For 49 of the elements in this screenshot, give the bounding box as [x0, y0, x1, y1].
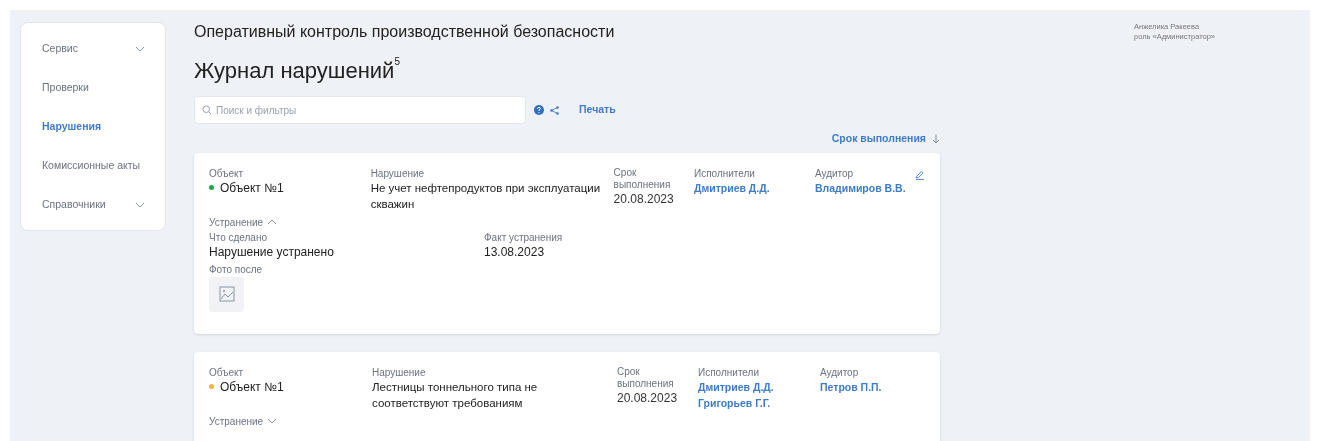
field-label: Объект [209, 166, 245, 180]
print-link[interactable]: Печать [579, 102, 616, 118]
chevron-icon [267, 219, 278, 226]
chevron-icon [135, 45, 145, 52]
page-title: Журнал нарушений [194, 57, 395, 85]
search-field[interactable]: Поиск и фильтры [194, 96, 526, 124]
field-label: Срок выполнения [617, 365, 675, 390]
help-icon[interactable] [534, 105, 544, 115]
violation-text: Лестницы тоннельного типа не соответствуют требованиям [372, 379, 539, 411]
sidebar-item[interactable]: Нарушения [21, 107, 165, 146]
search-icon [202, 105, 212, 115]
image-icon [218, 286, 235, 303]
violation-text: Не учет нефтепродуктов при эксплуатации скважин [370, 180, 602, 212]
fix-toggle[interactable]: Устранение [209, 414, 278, 428]
chevron-icon [267, 418, 278, 425]
count-superscript: 5 [394, 56, 400, 68]
deadline-date: 20.08.2023 [613, 190, 675, 207]
object-name: Объект №1 [220, 378, 284, 395]
field-label: Нарушение [370, 166, 426, 180]
fix-toggle[interactable]: Устранение [209, 215, 278, 229]
share-icon[interactable] [550, 105, 559, 115]
pencil-icon[interactable] [915, 169, 925, 180]
object-name: Объект №1 [220, 179, 284, 196]
sidebar-item[interactable]: Проверки [21, 68, 165, 107]
executor-link[interactable]: Дмитриев Д.Д. [698, 378, 774, 395]
executor-link[interactable]: Дмитриев Д.Д. [693, 179, 770, 196]
field-label: Объект [209, 365, 245, 379]
auditor-link[interactable]: Владимиров В.В. [814, 179, 906, 196]
sort-button[interactable]: Срок выполнения [831, 131, 940, 147]
field-label: Исполнители [693, 166, 756, 180]
fact-date: 13.08.2023 [484, 243, 546, 260]
field-label: Аудитор [820, 365, 860, 379]
field-label: Факт устранения [484, 230, 563, 244]
sidebar-item[interactable]: Сервис [21, 29, 165, 68]
arrow-down-icon [932, 133, 940, 144]
done-text: Нарушение устранено [209, 243, 335, 260]
field-label: Фото после [209, 262, 264, 276]
field-label: Срок выполнения [613, 166, 672, 191]
auditor-link[interactable]: Петров П.П. [820, 378, 882, 395]
app-title: Оперативный контроль производственной безопасности [194, 22, 615, 42]
sidebar-item[interactable]: Комиссионные акты [21, 146, 165, 185]
field-label: Исполнители [698, 365, 760, 379]
sidebar-item[interactable]: Справочники [21, 185, 165, 224]
executor-link[interactable]: Григорьев Г.Г. [698, 394, 771, 411]
chevron-icon [135, 201, 145, 208]
field-label: Аудитор [814, 166, 855, 180]
field-label: Что сделано [209, 230, 269, 244]
deadline-date: 20.08.2023 [617, 389, 679, 406]
field-label: Нарушение [372, 365, 427, 379]
